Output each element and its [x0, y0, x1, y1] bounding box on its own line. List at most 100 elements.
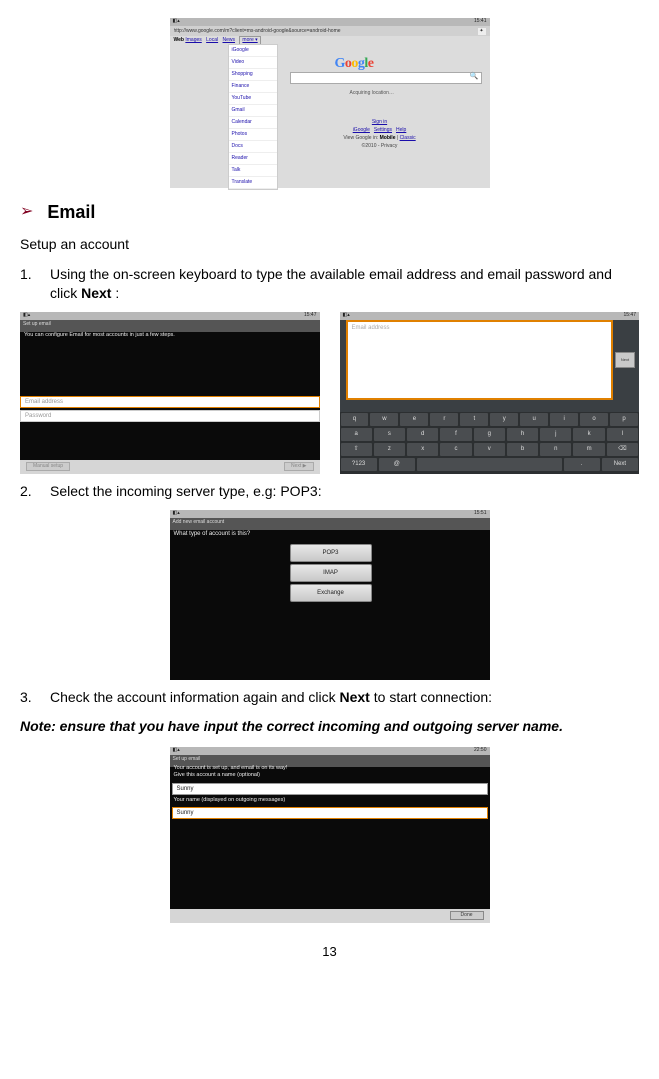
exchange-button: Exchange [290, 584, 372, 602]
google-homepage-screenshot: ◧▴ 15:41 http://www.google.com/m?client=… [170, 18, 490, 188]
url-text: http://www.google.com/m?client=ms-androi… [174, 28, 476, 35]
bullet-arrow-icon: ➢ [20, 201, 33, 223]
google-search-box [290, 72, 482, 84]
setup-complete-msg: Your account is set up, and email is on … [174, 765, 288, 780]
key: d [407, 428, 438, 441]
step-number: 2. [20, 482, 50, 502]
key: y [490, 413, 518, 426]
key: w [370, 413, 398, 426]
page-number: 13 [20, 943, 639, 961]
key: v [474, 443, 505, 456]
imap-button: IMAP [290, 564, 372, 582]
key: n [540, 443, 571, 456]
key: t [460, 413, 488, 426]
step-3: 3. Check the account information again a… [20, 688, 639, 708]
question-text: What type of account is this? [174, 530, 251, 538]
step-2: 2. Select the incoming server type, e.g:… [20, 482, 639, 502]
key: ⌫ [607, 443, 638, 456]
key: x [407, 443, 438, 456]
key-dot: . [564, 458, 600, 471]
status-bar: ◧▴22:50 [170, 747, 490, 755]
dropdown-item: Shopping [229, 69, 277, 81]
pop3-button: POP3 [290, 544, 372, 562]
url-bar: http://www.google.com/m?client=ms-androi… [170, 26, 490, 36]
step-1: 1. Using the on-screen keyboard to type … [20, 265, 639, 304]
location-text: Acquiring location… [350, 90, 394, 97]
key: r [430, 413, 458, 426]
key: h [507, 428, 538, 441]
google-logo: Google [335, 54, 374, 74]
email-address-field [346, 320, 614, 400]
dropdown-item: Docs [229, 141, 277, 153]
screen-title: Set up email [20, 320, 320, 332]
nav-news: News [223, 37, 236, 43]
key: z [374, 443, 405, 456]
screen-title: Add new email account [170, 518, 490, 530]
status-bar: ◧▴15:47 [340, 312, 640, 320]
display-name-label: Your name (displayed on outgoing message… [174, 797, 286, 805]
key: j [540, 428, 571, 441]
step-text: Check the account information again and … [50, 688, 639, 708]
google-more-dropdown: iGoogle Video Shopping Finance YouTube G… [228, 44, 278, 190]
section-heading-email: ➢ Email [20, 200, 639, 225]
key: i [550, 413, 578, 426]
nav-images: Images [185, 37, 201, 43]
status-time: 15:41 [474, 18, 487, 26]
password-field: Password [20, 410, 320, 422]
key: g [474, 428, 505, 441]
key: l [607, 428, 638, 441]
dropdown-item: Translate [229, 177, 277, 189]
key: f [440, 428, 471, 441]
key: ⇧ [341, 443, 372, 456]
dropdown-item: Photos [229, 129, 277, 141]
on-screen-keyboard: qwertyuiop asdfghjkl ⇧zxcvbnm⌫ ?123@.Nex… [340, 412, 640, 474]
email-keyboard-screenshot-right: ◧▴15:47 Next qwertyuiop asdfghjkl ⇧zxcvb… [340, 312, 640, 474]
next-button: Next ▶ [284, 462, 314, 471]
key: k [573, 428, 604, 441]
step-text: Using the on-screen keyboard to type the… [50, 265, 639, 304]
key-at: @ [379, 458, 415, 471]
dropdown-item: iGoogle [229, 45, 277, 57]
account-name-field: Sunny [172, 783, 488, 795]
dropdown-item: Reader [229, 153, 277, 165]
status-icons-left: ◧▴ [173, 18, 180, 26]
nav-local: Local [206, 37, 218, 43]
status-bar: ◧▴15:47 [20, 312, 320, 320]
account-name-screenshot: ◧▴22:50 Set up email Your account is set… [170, 747, 490, 923]
dropdown-item: Calendar [229, 117, 277, 129]
key: m [573, 443, 604, 456]
key-123: ?123 [341, 458, 377, 471]
dropdown-item: Gmail [229, 105, 277, 117]
key: a [341, 428, 372, 441]
manual-setup-button: Manual setup [26, 462, 70, 471]
key: u [520, 413, 548, 426]
key: b [507, 443, 538, 456]
email-address-field: Email address [20, 396, 320, 408]
dropdown-item: Finance [229, 81, 277, 93]
key-space [417, 458, 562, 471]
bottom-bar: Manual setup Next ▶ [20, 460, 320, 474]
account-type-screenshot: ◧▴15:51 Add new email account What type … [170, 510, 490, 680]
key: q [341, 413, 369, 426]
key-next: Next [602, 458, 638, 471]
key: o [580, 413, 608, 426]
note-text: Note: ensure that you have input the cor… [20, 717, 639, 737]
step-text: Select the incoming server type, e.g: PO… [50, 482, 639, 502]
nav-web: Web [174, 37, 184, 43]
step-number: 1. [20, 265, 50, 304]
done-button: Done [450, 911, 484, 920]
key: e [400, 413, 428, 426]
bookmark-icon: ✦ [478, 28, 486, 35]
dropdown-item: Video [229, 57, 277, 69]
status-bar: ◧▴ 15:41 [170, 18, 490, 26]
intro-text: Setup an account [20, 235, 639, 255]
email-setup-screenshot-left: ◧▴15:47 Set up email You can configure E… [20, 312, 320, 474]
dropdown-item: Talk [229, 165, 277, 177]
status-bar: ◧▴15:51 [170, 510, 490, 518]
next-button: Next [615, 352, 635, 368]
bottom-bar: Done [170, 909, 490, 923]
step-number: 3. [20, 688, 50, 708]
key: s [374, 428, 405, 441]
key: c [440, 443, 471, 456]
google-footer-links: Sign in iGoogleSettingsHelp View Google … [330, 118, 430, 150]
